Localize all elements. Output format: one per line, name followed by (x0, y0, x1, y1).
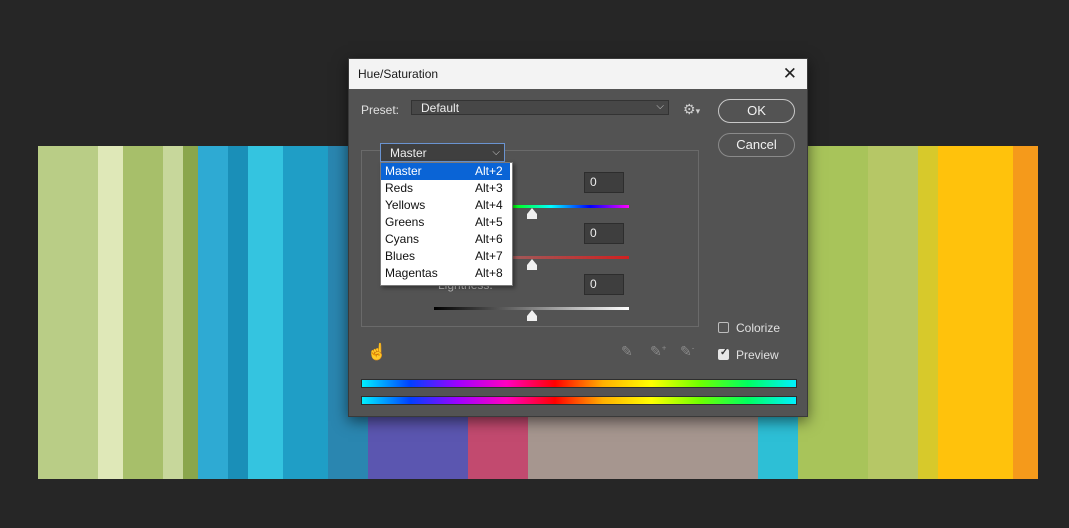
channel-menu-item-shortcut: Alt+5 (475, 215, 503, 229)
close-icon[interactable]: ✕ (783, 64, 797, 84)
channel-menu-item-name: Reds (385, 181, 414, 195)
colorize-checkbox[interactable] (718, 322, 729, 333)
channel-menu-item-greens[interactable]: Greens Alt+5 (381, 214, 510, 231)
saturation-input[interactable]: 0 (584, 223, 624, 244)
hand-icon[interactable]: ☝ (367, 342, 387, 362)
gear-icon[interactable]: ⚙▾ (683, 101, 700, 118)
cancel-button[interactable]: Cancel (718, 133, 795, 157)
channel-menu-item-yellows[interactable]: Yellows Alt+4 (381, 197, 510, 214)
channel-menu-item-blues[interactable]: Blues Alt+7 (381, 248, 510, 265)
eyedropper-plus-icon[interactable]: ✎+ (650, 343, 666, 360)
channel-menu-item-name: Master (385, 164, 422, 178)
channel-menu-item-name: Yellows (385, 198, 426, 212)
lightness-input[interactable]: 0 (584, 274, 624, 295)
channel-menu-item-name: Blues (385, 249, 416, 263)
preset-value: Default (421, 101, 460, 115)
eyedropper-icon[interactable]: ✎ (621, 343, 633, 360)
hue-saturation-dialog: Hue/Saturation ✕ Preset: Default ⌵ ⚙▾ OK… (348, 58, 808, 417)
channel-menu-item-reds[interactable]: Reds Alt+3 (381, 180, 510, 197)
preset-select[interactable]: Default ⌵ (411, 100, 669, 115)
eyedropper-minus-icon[interactable]: ✎- (680, 343, 694, 360)
channel-menu-item-shortcut: Alt+8 (475, 266, 503, 280)
hue-input[interactable]: 0 (584, 172, 624, 193)
channel-menu-item-shortcut: Alt+7 (475, 249, 503, 263)
dialog-titlebar[interactable]: Hue/Saturation ✕ (349, 59, 807, 89)
channel-menu-item-name: Magentas (385, 266, 438, 280)
channel-menu-item-shortcut: Alt+6 (475, 232, 503, 246)
colorize-label: Colorize (736, 321, 781, 335)
preset-label: Preset: (361, 103, 400, 117)
chevron-down-icon: ⌵ (656, 101, 664, 112)
channel-value: Master (390, 146, 427, 160)
output-spectrum-bar[interactable] (361, 396, 797, 405)
preview-checkbox[interactable] (718, 347, 729, 360)
channel-select[interactable]: Master ⌵ (380, 143, 505, 162)
channel-menu-item-shortcut: Alt+3 (475, 181, 503, 195)
channel-dropdown-menu: Master Alt+2 Reds Alt+3 Yellows Alt+4 Greens Al… (380, 162, 513, 286)
channel-menu-item-shortcut: Alt+2 (475, 164, 503, 178)
preview-label: Preview (736, 348, 779, 362)
channel-menu-item-name: Cyans (385, 232, 420, 246)
ok-button[interactable]: OK (718, 99, 795, 123)
input-spectrum-bar (361, 379, 797, 388)
channel-menu-item-cyans[interactable]: Cyans Alt+6 (381, 231, 510, 248)
channel-menu-item-magentas[interactable]: Magentas Alt+8 (381, 265, 510, 282)
channel-menu-item-shortcut: Alt+4 (475, 198, 503, 212)
dialog-title: Hue/Saturation (358, 67, 439, 81)
chevron-down-icon: ⌵ (492, 147, 500, 158)
channel-menu-item-master[interactable]: Master Alt+2 (381, 163, 510, 180)
channel-menu-item-name: Greens (385, 215, 425, 229)
